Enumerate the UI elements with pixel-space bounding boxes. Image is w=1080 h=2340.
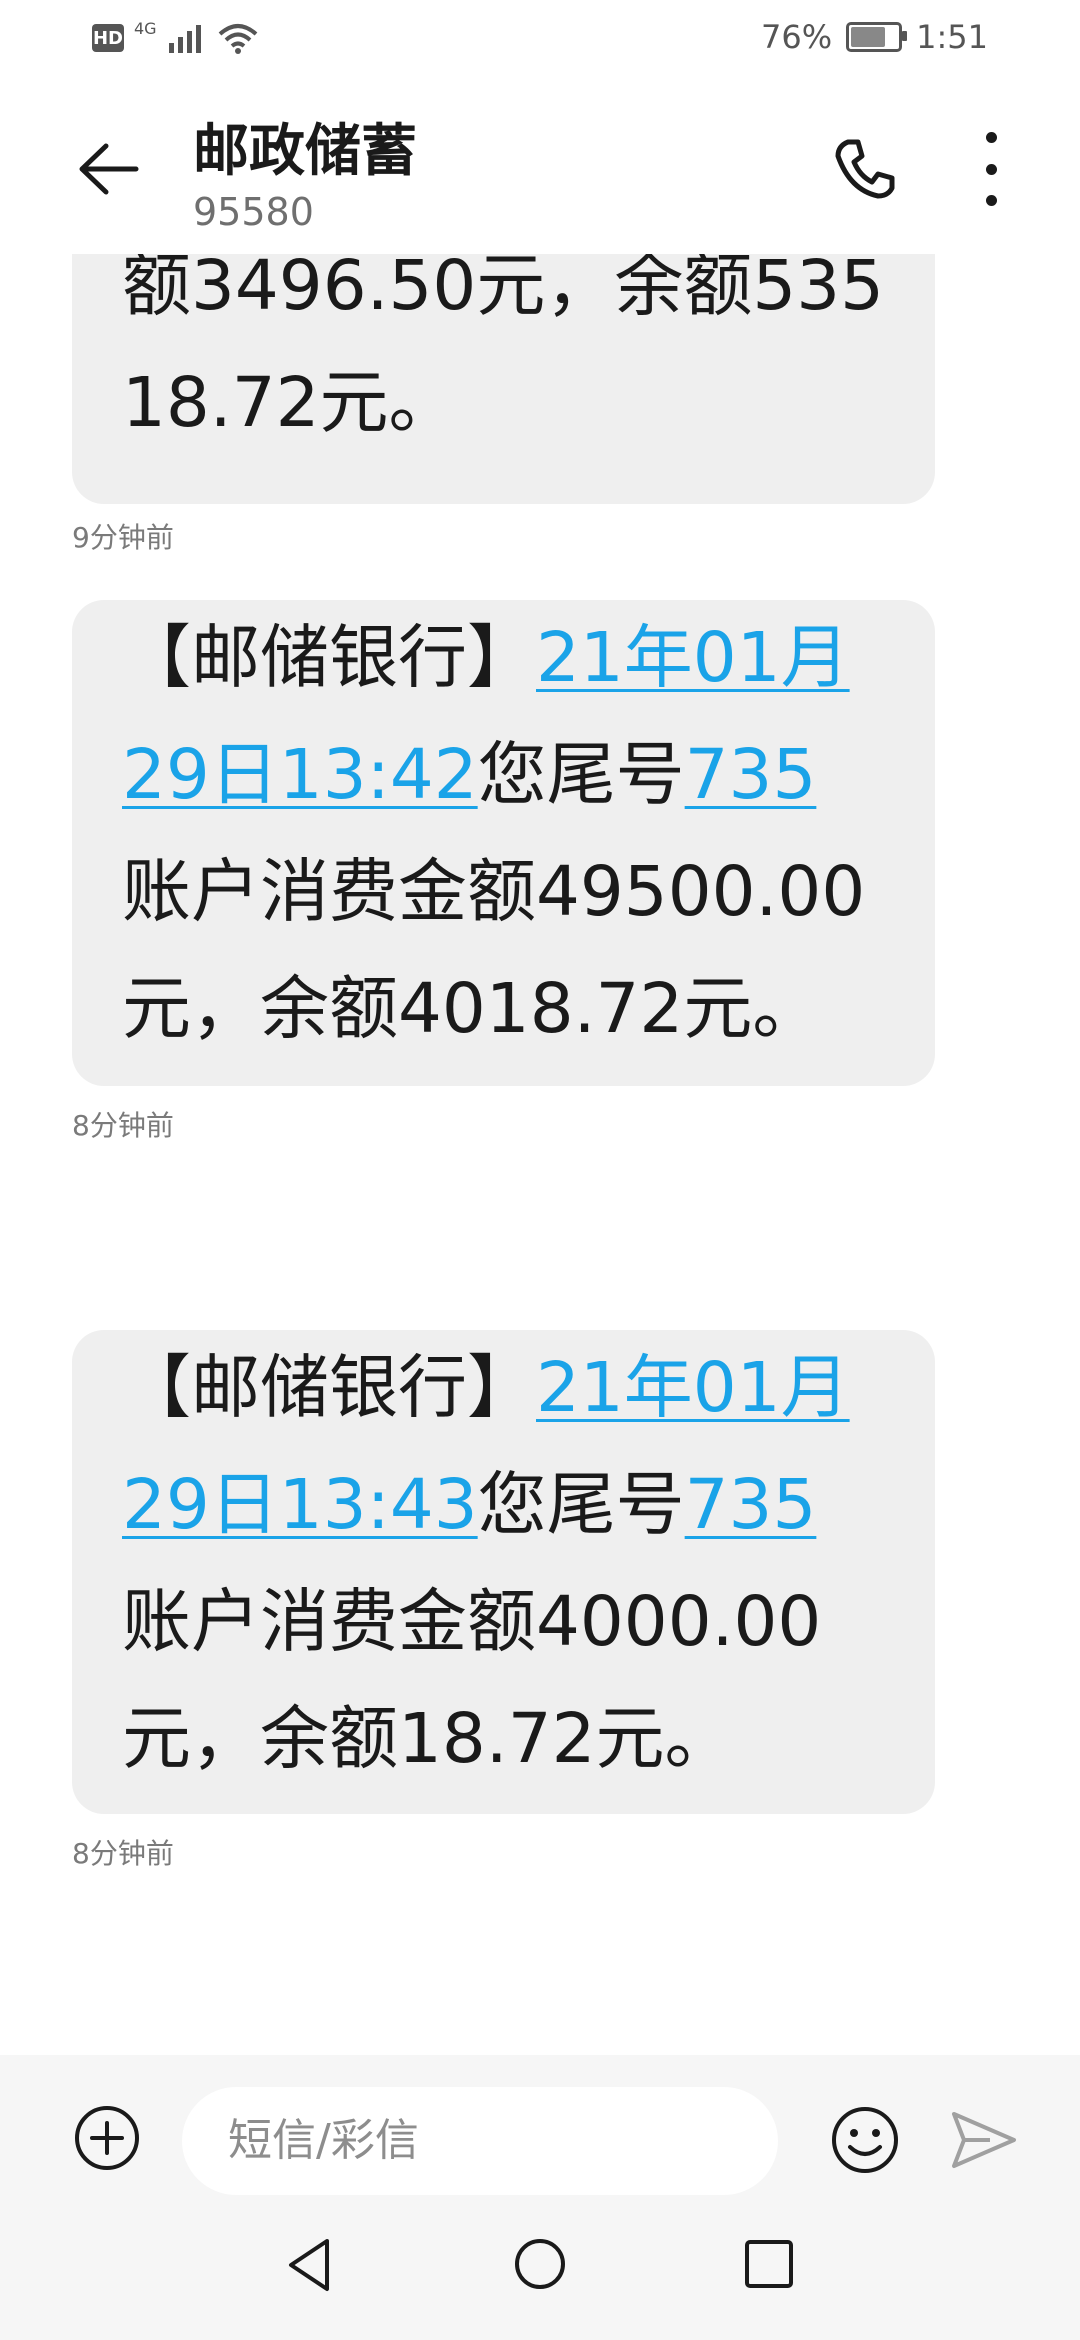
wifi-icon [218, 24, 257, 54]
battery-icon [846, 22, 908, 52]
contact-number: 95580 [193, 190, 314, 234]
message-text: 账户消费金额4000.00元，余额18.72元。 [122, 1582, 822, 1779]
status-left: HD 4G [92, 18, 259, 54]
message-link[interactable]: 735 [685, 1465, 817, 1545]
nav-home-icon[interactable] [514, 2238, 566, 2290]
back-arrow-icon[interactable] [74, 134, 144, 204]
status-time: 1:51 [916, 18, 988, 56]
message-time: 9分钟前 [72, 521, 174, 554]
nav-back-icon[interactable] [283, 2235, 333, 2295]
nav-recent-icon[interactable] [744, 2239, 794, 2289]
status-bar: HD 4G 76% 1:51 [0, 0, 1080, 84]
more-dot [985, 132, 997, 143]
message-time: 8分钟前 [72, 1837, 174, 1870]
battery-percent: 76% [761, 18, 833, 56]
battery-level [851, 27, 886, 47]
message-link[interactable]: 735 [685, 735, 817, 815]
message-text: 您尾号 [477, 1465, 685, 1545]
message-text: 【邮储银行】 [122, 1348, 536, 1428]
more-dot [985, 163, 997, 175]
signal-icon [168, 25, 201, 53]
status-right: 76% 1:51 [761, 18, 988, 56]
system-nav-bar [0, 2195, 1080, 2340]
compose-bar: 短信/彩信 [0, 2055, 1080, 2195]
message-bubble[interactable]: 【邮储银行】21年01月29日13:42您尾号735账户消费金额49500.00… [72, 600, 935, 1086]
conversation-header: 邮政储蓄 95580 [0, 84, 1080, 254]
hd-badge: HD [92, 24, 124, 52]
more-vertical-icon[interactable] [966, 132, 1016, 206]
network-type: 4G [134, 18, 157, 38]
message-text: 您尾号 [477, 735, 685, 815]
phone-icon[interactable] [830, 134, 900, 204]
send-icon[interactable] [950, 2110, 1018, 2170]
emoji-icon[interactable] [830, 2105, 900, 2175]
message-bubble[interactable]: 【邮储银行】21年01月29日13:43您尾号735账户消费金额4000.00元… [72, 1330, 935, 1814]
message-text: 【邮储银行】 [122, 618, 536, 698]
message-list[interactable]: 额3496.50元，余额53518.72元。 9分钟前 【邮储银行】21年01月… [0, 254, 1080, 2054]
more-dot [985, 195, 997, 206]
message-bubble[interactable]: 额3496.50元，余额53518.72元。 [72, 254, 935, 504]
message-time: 8分钟前 [72, 1109, 174, 1142]
add-icon[interactable] [74, 2105, 140, 2171]
message-text: 账户消费金额49500.00元，余额4018.72元。 [122, 852, 866, 1049]
contact-name: 邮政储蓄 [193, 119, 417, 184]
message-input[interactable]: 短信/彩信 [182, 2087, 778, 2195]
message-text: 额3496.50元，余额 [122, 254, 753, 326]
